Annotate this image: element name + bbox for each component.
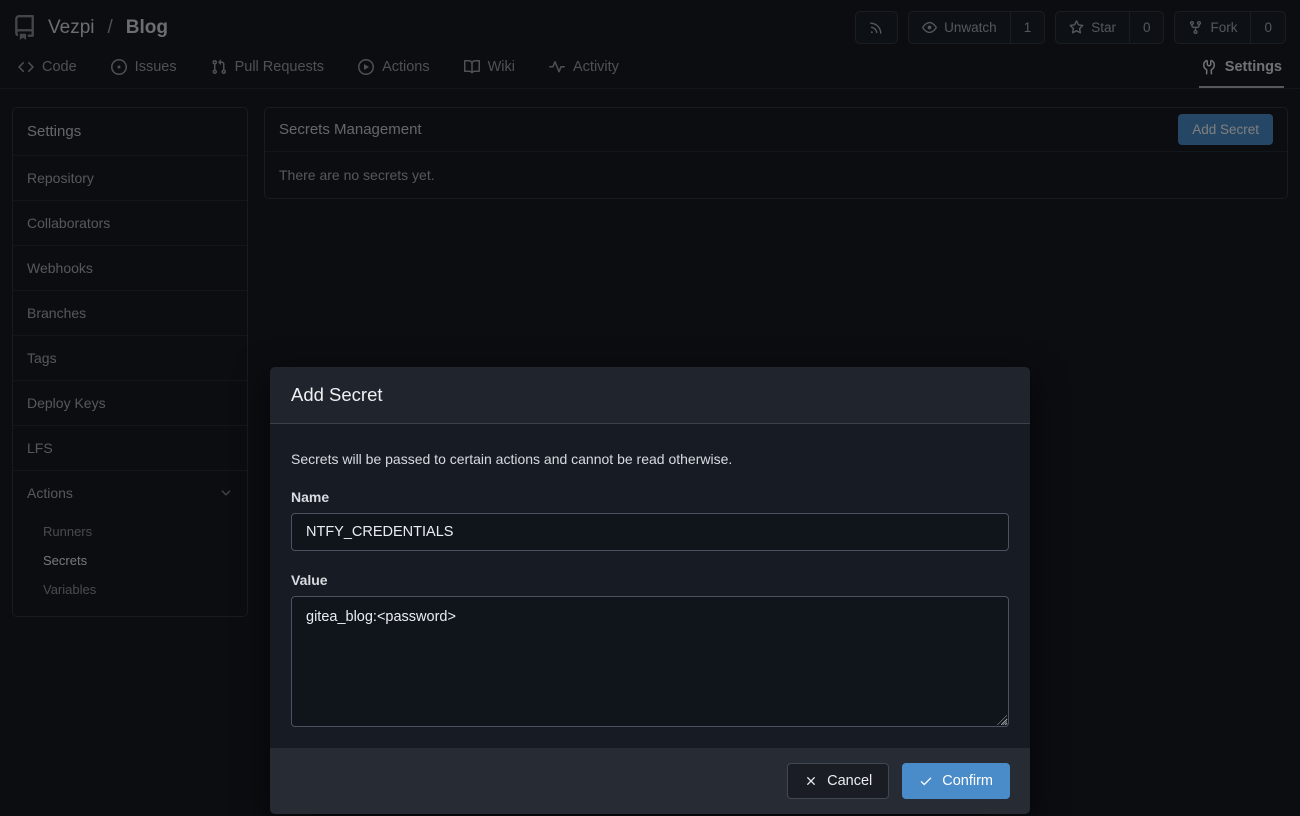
modal-title: Add Secret [270,367,1030,424]
modal-footer: Cancel Confirm [270,748,1030,814]
value-field-label: Value [291,572,1009,588]
value-textarea-wrap: gitea_blog:<password> [291,596,1009,727]
name-field-label: Name [291,489,1009,505]
cancel-button-label: Cancel [827,773,872,789]
check-icon [919,774,933,788]
modal-description: Secrets will be passed to certain action… [291,451,1009,467]
add-secret-modal: Add Secret Secrets will be passed to cer… [270,367,1030,814]
secret-name-input[interactable] [291,513,1009,551]
modal-content: Secrets will be passed to certain action… [270,424,1030,748]
confirm-button-label: Confirm [942,773,993,789]
confirm-button[interactable]: Confirm [902,763,1010,799]
cancel-button[interactable]: Cancel [787,763,889,799]
secret-value-textarea[interactable]: gitea_blog:<password> [291,596,1009,727]
x-icon [804,774,818,788]
